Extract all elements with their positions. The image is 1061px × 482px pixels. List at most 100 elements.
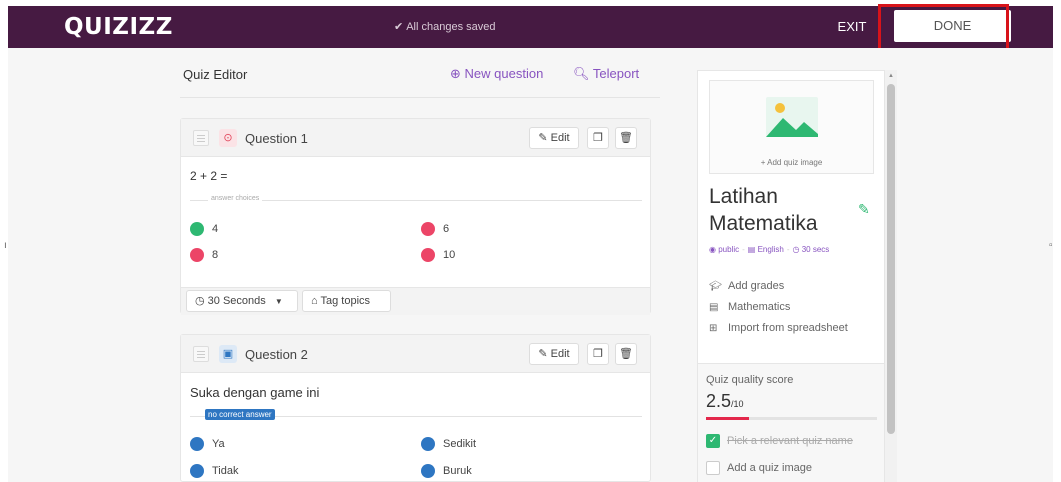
question-text: 2 + 2 = — [190, 169, 228, 183]
delete-button[interactable]: 🗑︎ — [615, 343, 637, 365]
answer-divider: no correct answer — [190, 409, 642, 420]
caret-down-icon: ▼ — [274, 297, 283, 306]
checklist-item[interactable]: Add a quiz image — [706, 461, 812, 475]
quiz-quality-section: Quiz quality score 2.5/10 ✓ Pick a releva… — [698, 363, 884, 482]
question-footer: ◷ 30 Seconds ▼ ⌂ Tag topics — [181, 287, 650, 315]
target-icon: ⊙ — [219, 129, 237, 147]
option-dot-icon — [421, 437, 435, 451]
image-icon — [766, 97, 818, 137]
add-grades-label: Add grades — [728, 280, 785, 292]
correct-dot-icon — [190, 222, 204, 236]
quality-progress-fill — [706, 417, 749, 420]
question-card-1: ⊙ Question 1 ✎ Edit ❐ 🗑︎ 2 + 2 = answer … — [180, 118, 651, 315]
answer-choice: 10 — [421, 248, 455, 262]
quiz-title: Latihan Matematika — [709, 185, 818, 235]
scrollbar-thumb[interactable] — [887, 84, 895, 434]
choice-text: 10 — [443, 248, 456, 261]
subject-link[interactable]: ▤ Mathematics — [709, 301, 790, 313]
plus-circle-icon: ⊕ — [450, 66, 461, 81]
save-status-text: All changes saved — [406, 21, 496, 33]
question-label: Question 2 — [245, 347, 308, 362]
language[interactable]: English — [758, 245, 784, 254]
clock-icon: ◷ — [195, 295, 205, 307]
choice-text: 6 — [443, 222, 450, 235]
choice-text: Buruk — [443, 464, 472, 477]
search-icon: 🔍︎ — [573, 66, 590, 81]
quiz-settings-panel: + Add quiz image Latihan Matematika ✎ ◉ … — [697, 70, 885, 482]
option-dot-icon — [421, 464, 435, 478]
answer-choices-divider: answer choices — [190, 195, 642, 202]
question-label: Question 1 — [245, 131, 308, 146]
import-label: Import from spreadsheet — [728, 322, 848, 334]
incorrect-dot-icon — [421, 248, 435, 262]
trash-icon: 🗑︎ — [619, 132, 633, 144]
choice-text: Sedikit — [443, 437, 477, 450]
add-grades-link[interactable]: 🎓︎ Add grades — [709, 280, 784, 292]
quizizz-logo[interactable]: QUIZIZZ — [64, 14, 173, 40]
edit-button[interactable]: ✎ Edit — [529, 127, 579, 149]
question-text: Suka dengan game ini — [190, 385, 320, 400]
new-question-label: New question — [464, 66, 544, 81]
answer-choice: Sedikit — [421, 437, 476, 451]
option-dot-icon — [190, 464, 204, 478]
graduation-cap-icon: 🎓︎ — [709, 281, 722, 292]
answer-choice: 4 — [190, 222, 218, 236]
spreadsheet-icon: ⊞ — [709, 323, 718, 334]
answer-choice: Tidak — [190, 464, 239, 478]
tag-icon: ⌂ — [311, 295, 318, 307]
checklist-label: Add a quiz image — [727, 461, 812, 474]
checkbox-empty-icon[interactable] — [706, 461, 720, 475]
teleport-link[interactable]: 🔍︎ Teleport — [573, 66, 639, 82]
quality-progress-bar — [706, 417, 877, 420]
sidebar-scrollbar[interactable]: ▲ — [885, 70, 897, 482]
tag-topics-button[interactable]: ⌂ Tag topics — [302, 290, 391, 312]
drag-handle-icon[interactable] — [193, 130, 209, 146]
default-time[interactable]: 30 secs — [802, 245, 830, 254]
edit-label: Edit — [550, 132, 570, 144]
language-icon: ▤ — [747, 245, 756, 254]
incorrect-dot-icon — [421, 222, 435, 236]
poll-icon: ▣ — [219, 345, 237, 363]
checkbox-checked-icon[interactable]: ✓ — [706, 434, 720, 448]
pencil-icon[interactable]: ✎ — [858, 201, 870, 218]
checklist-item[interactable]: ✓ Pick a relevant quiz name — [706, 434, 853, 448]
option-dot-icon — [190, 437, 204, 451]
delete-button[interactable]: 🗑︎ — [615, 127, 637, 149]
answer-choice: 8 — [190, 248, 218, 262]
new-question-link[interactable]: ⊕ New question — [450, 66, 543, 82]
time-select[interactable]: ◷ 30 Seconds ▼ — [186, 290, 298, 312]
subject-label: Mathematics — [728, 301, 791, 313]
scroll-up-icon[interactable]: ▲ — [888, 73, 894, 79]
left-edge-mark: ı — [4, 240, 7, 251]
import-spreadsheet-link[interactable]: ⊞ Import from spreadsheet — [709, 322, 848, 334]
choice-text: 8 — [212, 248, 219, 261]
editor-title: Quiz Editor — [183, 67, 248, 82]
pencil-icon: ✎ — [538, 132, 548, 144]
duplicate-button[interactable]: ❐ — [587, 127, 609, 149]
clock-icon: ◷ — [792, 245, 800, 254]
answer-choice: Buruk — [421, 464, 472, 478]
question-header: ▣ Question 2 ✎ Edit ❐ 🗑︎ — [181, 335, 650, 373]
answer-choice: 6 — [421, 222, 449, 236]
edit-button[interactable]: ✎ Edit — [529, 343, 579, 365]
pencil-icon: ✎ — [538, 348, 548, 360]
editor-header: Quiz Editor ⊕ New question 🔍︎ Teleport — [180, 60, 660, 98]
drag-handle-icon[interactable] — [193, 346, 209, 362]
choice-text: Tidak — [212, 464, 239, 477]
question-card-2: ▣ Question 2 ✎ Edit ❐ 🗑︎ Suka dengan gam… — [180, 334, 651, 482]
trash-icon: 🗑︎ — [619, 348, 633, 360]
answer-choice: Ya — [190, 437, 225, 451]
duplicate-button[interactable]: ❐ — [587, 343, 609, 365]
eye-icon: ◉ — [709, 245, 716, 254]
quality-score-max: /10 — [731, 399, 744, 409]
tag-label: Tag topics — [320, 295, 371, 307]
quality-score-value: 2.5 — [706, 391, 732, 411]
quiz-meta: ◉ public - ▤ English - ◷ 30 secs — [709, 245, 830, 254]
exit-button[interactable]: EXIT — [821, 11, 883, 43]
time-label: 30 Seconds — [207, 295, 266, 307]
add-image-label: + Add quiz image — [760, 158, 823, 167]
copy-icon: ❐ — [593, 132, 603, 144]
visibility[interactable]: public — [718, 245, 739, 254]
add-quiz-image-box[interactable]: + Add quiz image — [709, 80, 874, 174]
no-correct-answer-badge: no correct answer — [205, 409, 275, 420]
